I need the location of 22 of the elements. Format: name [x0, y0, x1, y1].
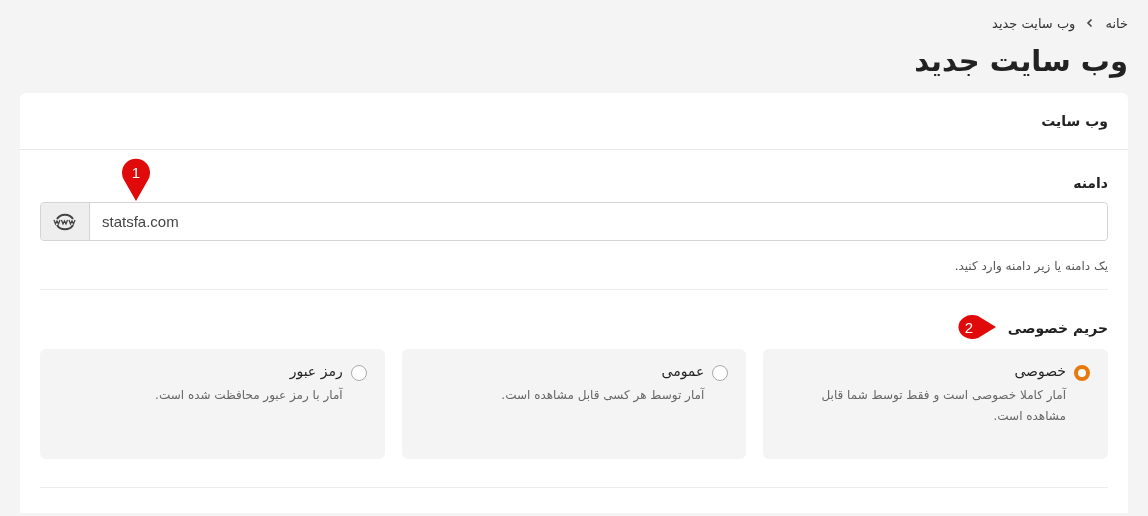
marker-pin: 2 [958, 315, 996, 339]
privacy-option[interactable]: رمز عبور آمار با رمز عبور محافظت شده است. [40, 349, 385, 459]
radio-button[interactable] [712, 365, 729, 381]
privacy-option[interactable]: خصوصی آمار کاملا خصوصی است و فقط توسط شما قابل مشاهده است. [763, 349, 1108, 459]
globe-icon [53, 211, 77, 232]
field-label: حریم خصوصی [1007, 320, 1108, 336]
radio-button[interactable] [350, 365, 367, 381]
page-title: وب سایت جدید [913, 43, 1128, 79]
privacy-option[interactable]: عمومی آمار توسط هر کسی قابل مشاهده است. [401, 349, 747, 459]
marker-pin: 1 [122, 158, 150, 201]
radio-button[interactable] [1074, 365, 1090, 381]
option-title: عمومی [660, 363, 705, 379]
card-title: وب سایت [1041, 113, 1108, 129]
option-description: آمار توسط هر کسی قابل مشاهده است. [501, 386, 705, 405]
help-text: یک دامنه یا زیر دامنه وارد کنید. [953, 259, 1108, 273]
option-description: آمار کاملا خصوصی است و فقط توسط شما قابل مشاهده است. [820, 386, 1066, 425]
option-title: خصوصی [1013, 363, 1066, 379]
option-title: رمز عبور [288, 363, 343, 379]
field-label: دامنه [1073, 175, 1108, 191]
option-description: آمار با رمز عبور محافظت شده است. [155, 386, 343, 405]
breadcrumb-link[interactable]: خانه [1105, 15, 1128, 31]
domain-field[interactable]: statsfa.com [40, 202, 1108, 241]
